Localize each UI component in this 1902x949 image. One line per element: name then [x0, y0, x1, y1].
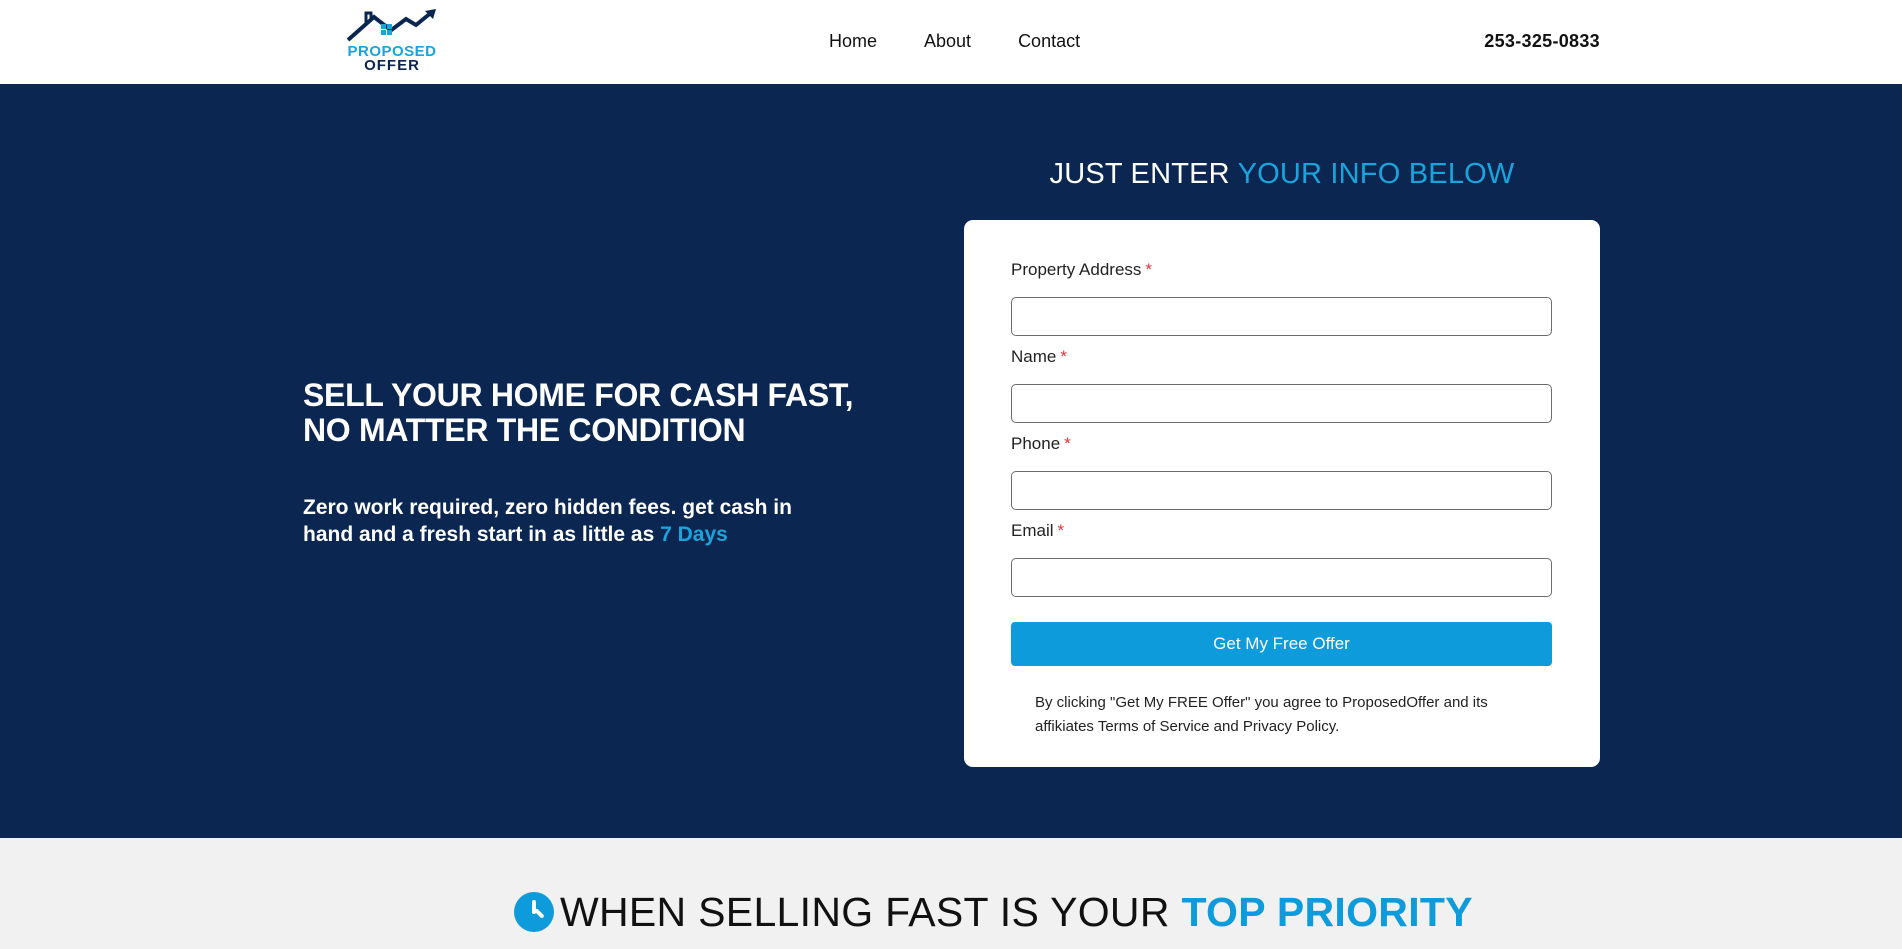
lead-form: Property Address * Name * Phone * Email * Ge… — [964, 220, 1600, 767]
priority-heading: WHEN SELLING FAST IS YOUR TOP PRIORITY — [514, 888, 1473, 936]
required-mark: * — [1064, 434, 1071, 453]
property-address-label: Property Address * — [1011, 260, 1153, 279]
hero-section: SELL YOUR HOME FOR CASH FAST, NO MATTER … — [0, 84, 1902, 838]
phone-input[interactable] — [1011, 471, 1552, 510]
hero-subtitle-accent: 7 Days — [660, 523, 728, 546]
form-heading: JUST ENTER YOUR INFO BELOW — [964, 156, 1600, 192]
form-heading-accent: YOUR INFO BELOW — [1237, 158, 1515, 190]
name-label: Name * — [1011, 347, 1067, 366]
property-address-input[interactable] — [1011, 297, 1552, 336]
nav-contact-link[interactable]: Contact — [1018, 30, 1080, 52]
nav-home-link[interactable]: Home — [829, 30, 877, 52]
phone-number[interactable]: 253-325-0833 — [1484, 30, 1600, 52]
priority-heading-accent: TOP PRIORITY — [1181, 889, 1473, 935]
name-input[interactable] — [1011, 384, 1552, 423]
clock-icon — [514, 892, 554, 932]
form-disclaimer: By clicking "Get My FREE Offer" you agre… — [1035, 694, 1488, 735]
email-input[interactable] — [1011, 558, 1552, 597]
priority-heading-text: WHEN SELLING FAST IS YOUR TOP PRIORITY — [560, 889, 1473, 935]
logo[interactable]: PROPOSED OFFER — [328, 7, 456, 74]
nav-about-link[interactable]: About — [924, 30, 971, 52]
house-logo-icon — [346, 9, 436, 42]
hero-subtitle: Zero work required, zero hidden fees. ge… — [303, 494, 823, 548]
hero-title: SELL YOUR HOME FOR CASH FAST, NO MATTER … — [303, 378, 863, 448]
priority-section: WHEN SELLING FAST IS YOUR TOP PRIORITY — [0, 838, 1902, 949]
site-header: PROPOSED OFFER Home About Contact 253-32… — [0, 0, 1902, 84]
required-mark: * — [1060, 347, 1067, 366]
logo-text-offer: OFFER — [364, 57, 420, 74]
phone-label: Phone * — [1011, 434, 1071, 453]
hero-title-line1: SELL YOUR HOME FOR CASH FAST, — [303, 377, 854, 413]
main-nav: Home About Contact — [829, 30, 1080, 52]
get-free-offer-button[interactable]: Get My Free Offer — [1011, 622, 1552, 666]
required-mark: * — [1145, 260, 1153, 279]
form-heading-text: JUST ENTER — [1049, 158, 1230, 190]
required-mark: * — [1057, 521, 1065, 540]
email-label: Email * — [1011, 521, 1065, 540]
hero-title-line2: NO MATTER THE CONDITION — [303, 412, 746, 448]
